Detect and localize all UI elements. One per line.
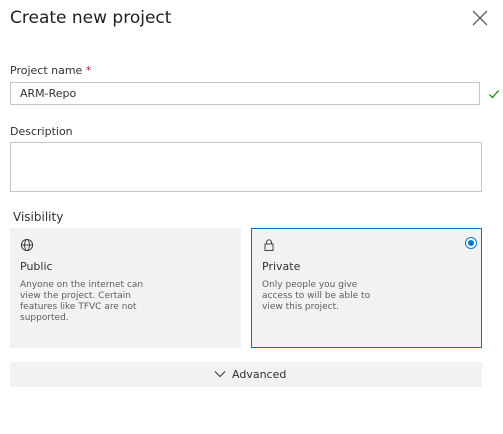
visibility-option-description: Only people you give access to will be a… — [262, 280, 371, 312]
visibility-option-description: Anyone on the internet can view the proj… — [20, 280, 144, 323]
advanced-label: Advanced — [232, 368, 287, 381]
project-name-input[interactable] — [10, 82, 480, 105]
visibility-option-private[interactable]: Private Only people you give access to w… — [251, 228, 482, 348]
chevron-down-icon — [214, 369, 226, 379]
project-name-label: Project name * — [10, 64, 91, 78]
create-project-dialog: Create new project Project name * Descri… — [0, 0, 503, 434]
project-name-label-text: Project name — [10, 64, 83, 77]
advanced-toggle-button[interactable]: Advanced — [10, 362, 482, 387]
visibility-option-title: Public — [20, 260, 53, 273]
close-icon — [470, 8, 490, 28]
lock-icon — [262, 238, 276, 252]
globe-icon — [20, 238, 34, 252]
required-marker: * — [85, 64, 92, 77]
description-label: Description — [10, 125, 73, 138]
radio-selected-dot — [468, 240, 474, 246]
visibility-label: Visibility — [13, 210, 64, 224]
check-icon — [488, 88, 500, 100]
visibility-option-public[interactable]: Public Anyone on the internet can view t… — [10, 228, 241, 348]
private-radio[interactable] — [465, 237, 477, 249]
description-textarea[interactable] — [10, 142, 482, 192]
visibility-option-title: Private — [262, 260, 301, 273]
dialog-title: Create new project — [10, 8, 172, 28]
close-button[interactable] — [470, 8, 490, 28]
